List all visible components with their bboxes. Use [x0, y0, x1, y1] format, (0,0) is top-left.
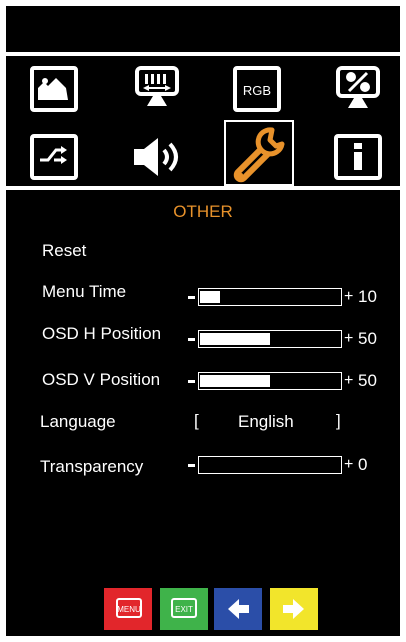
menu-button[interactable]: MENU: [104, 588, 152, 630]
plus-icon: +: [344, 456, 354, 473]
slider-track[interactable]: [198, 330, 342, 348]
rgb-icon[interactable]: RGB: [233, 66, 281, 112]
menu-button-label: MENU: [117, 605, 141, 614]
minus-icon: [188, 338, 195, 341]
exit-button[interactable]: EXIT: [160, 588, 208, 630]
rgb-icon-text: RGB: [243, 83, 271, 98]
reset-item[interactable]: Reset: [42, 241, 86, 261]
slider-track[interactable]: [198, 288, 342, 306]
slider-track[interactable]: [198, 372, 342, 390]
transparency-value: 0: [358, 455, 368, 474]
top-divider: [6, 52, 400, 56]
slider-fill: [200, 333, 270, 345]
percent-display-icon[interactable]: [334, 64, 382, 110]
slider-fill: [200, 375, 270, 387]
arrow-left-icon: [228, 599, 249, 619]
osd-h-position-label: OSD H Position: [42, 324, 162, 343]
plus-icon: +: [344, 372, 354, 389]
slider-fill: [200, 291, 220, 303]
bottom-divider: [6, 186, 400, 190]
language-right-bracket: ]: [336, 411, 341, 430]
language-value[interactable]: English: [238, 412, 294, 432]
speaker-icon[interactable]: [130, 134, 186, 180]
osd-header: [6, 6, 400, 50]
left-button[interactable]: [214, 588, 262, 630]
wrench-icon[interactable]: [224, 120, 294, 186]
minus-icon: [188, 380, 195, 383]
osd-h-position-slider[interactable]: + 50: [188, 329, 388, 348]
exit-button-label: EXIT: [175, 605, 193, 614]
osd-v-position-value: 50: [358, 371, 377, 390]
minus-icon: [188, 296, 195, 299]
osd-v-position-slider[interactable]: + 50: [188, 371, 388, 390]
menu-time-slider[interactable]: + 10: [188, 287, 388, 306]
menu-time-label: Menu Time: [42, 282, 127, 301]
language-left-bracket: [: [194, 411, 199, 430]
slider-track[interactable]: [198, 456, 342, 474]
osd-h-position-value: 50: [358, 329, 377, 348]
osd-menu: RGB OTHER Reset Menu Time + 10 OSD H Pos…: [6, 6, 400, 636]
language-label: Language: [40, 412, 116, 431]
minus-icon: [188, 464, 195, 467]
transparency-label: Transparency: [40, 457, 144, 476]
transparency-slider[interactable]: + 0: [188, 455, 388, 474]
menu-time-value: 10: [358, 287, 377, 306]
plus-icon: +: [344, 330, 354, 347]
info-icon[interactable]: [334, 134, 382, 180]
input-source-icon[interactable]: [30, 134, 78, 180]
arrow-right-icon: [283, 599, 304, 619]
right-button[interactable]: [270, 588, 318, 630]
plus-icon: +: [344, 288, 354, 305]
display-settings-icon[interactable]: [133, 64, 181, 110]
osd-v-position-label: OSD V Position: [42, 370, 161, 389]
picture-icon[interactable]: [30, 66, 78, 112]
section-title: OTHER: [173, 202, 233, 221]
